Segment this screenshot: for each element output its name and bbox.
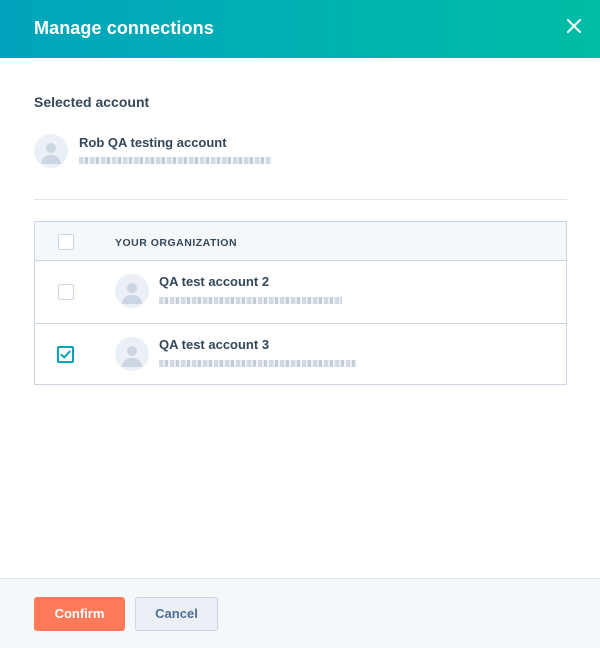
close-button[interactable]	[564, 16, 584, 36]
organization-table: YOUR ORGANIZATION QA test account 2 QA t…	[34, 221, 567, 385]
confirm-button[interactable]: Confirm	[34, 597, 125, 631]
select-all-checkbox[interactable]	[58, 234, 74, 250]
modal-title: Manage connections	[34, 18, 214, 38]
account-detail-redacted	[159, 297, 342, 304]
cancel-button[interactable]: Cancel	[135, 597, 218, 631]
user-avatar-icon	[122, 283, 142, 304]
close-icon	[567, 19, 581, 33]
table-row: QA test account 2	[35, 261, 566, 324]
table-header: YOUR ORGANIZATION	[35, 222, 566, 261]
account-name: QA test account 2	[159, 274, 270, 289]
table-row: QA test account 3	[35, 324, 566, 386]
row-checkbox-qa-test-account-3[interactable]	[57, 346, 74, 363]
selected-account-name: Rob QA testing account	[79, 135, 227, 150]
checkmark-icon	[60, 350, 71, 359]
user-avatar-icon	[122, 346, 142, 367]
selected-account-detail-redacted	[79, 157, 271, 164]
user-avatar-icon	[41, 143, 61, 164]
account-detail-redacted	[159, 360, 357, 367]
avatar	[115, 337, 149, 371]
modal-footer: Confirm Cancel	[0, 578, 600, 648]
modal-header: Manage connections	[0, 0, 600, 58]
column-header-organization: YOUR ORGANIZATION	[115, 237, 238, 249]
selected-account-heading: Selected account	[34, 94, 150, 110]
divider	[34, 199, 567, 200]
avatar	[115, 274, 149, 308]
account-name: QA test account 3	[159, 337, 270, 352]
avatar	[34, 134, 68, 168]
row-checkbox-qa-test-account-2[interactable]	[58, 284, 74, 300]
